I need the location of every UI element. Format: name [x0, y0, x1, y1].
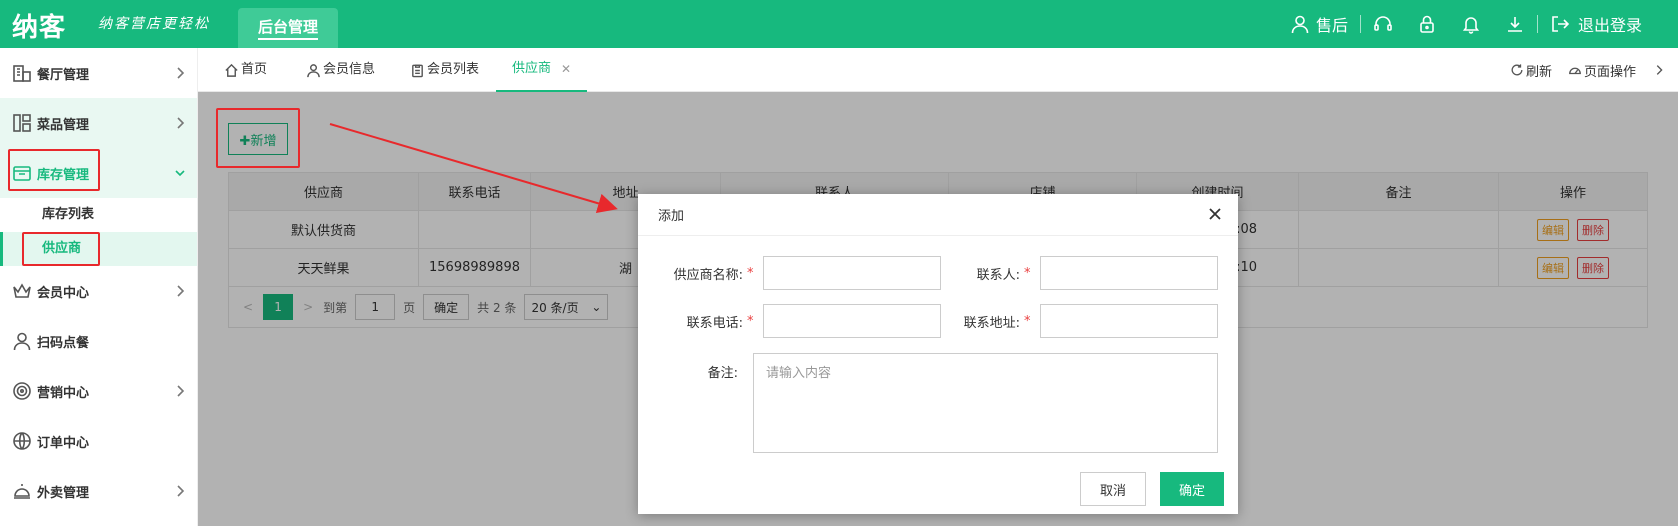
- lock-icon: [1420, 15, 1434, 33]
- tab-supplier[interactable]: 供应商 ✕: [496, 47, 588, 92]
- field-label: 联系人:: [976, 267, 1020, 283]
- field-address: 联系地址: *: [938, 304, 1218, 338]
- cloche-icon: [14, 484, 30, 499]
- annotation-box-inventory: [8, 149, 100, 191]
- support-button[interactable]: [1361, 14, 1405, 34]
- chevron-right-icon: [177, 117, 185, 129]
- globe-icon: [13, 432, 31, 450]
- user-label: 售后: [1315, 16, 1348, 35]
- tabs-scroll-right[interactable]: [1652, 63, 1668, 77]
- sidebar-item-label: 菜品管理: [37, 117, 90, 133]
- address-input[interactable]: [1040, 304, 1218, 338]
- chevron-right-icon: [177, 285, 185, 297]
- sidebar-item-orders[interactable]: 订单中心: [0, 416, 197, 466]
- sidebar-subitem-inventory-list[interactable]: 库存列表: [0, 198, 197, 232]
- download-icon: [1507, 17, 1522, 32]
- refresh-icon: [1511, 64, 1523, 76]
- field-label: 联系电话:: [686, 315, 743, 331]
- sidebar-item-dishes[interactable]: 菜品管理: [0, 98, 197, 148]
- bell-icon: [1462, 17, 1480, 34]
- tab-home[interactable]: 首页: [224, 48, 267, 92]
- close-tab-icon[interactable]: ✕: [561, 47, 571, 91]
- close-icon[interactable]: [1206, 205, 1224, 223]
- cancel-button[interactable]: 取消: [1080, 472, 1146, 506]
- notification-button[interactable]: [1449, 14, 1493, 34]
- chevron-down-icon: [175, 170, 185, 177]
- lock-button[interactable]: [1405, 14, 1449, 34]
- refresh-button[interactable]: 刷新: [1510, 61, 1552, 80]
- page-tabs: 首页 会员信息 会员列表 供应商 ✕ 刷新 页面操作: [198, 48, 1678, 92]
- download-button[interactable]: [1493, 14, 1537, 34]
- remark-textarea[interactable]: 请输入内容: [753, 353, 1218, 453]
- backend-management-tab[interactable]: 后台管理: [238, 8, 338, 48]
- tab-member-info[interactable]: 会员信息: [306, 48, 375, 92]
- sidebar-item-label: 订单中心: [37, 435, 90, 451]
- sidebar-item-label: 外卖管理: [37, 485, 90, 501]
- tab-tools: 刷新 页面操作: [1494, 48, 1668, 92]
- logout-icon: [1552, 16, 1570, 32]
- field-remark: 备注:: [658, 362, 738, 381]
- supplier-name-input[interactable]: [763, 256, 941, 290]
- user-icon: [307, 63, 320, 77]
- field-label: 联系地址:: [963, 315, 1020, 331]
- annotation-box-supplier: [22, 232, 100, 266]
- sidebar: 餐厅管理 菜品管理 库存管理 库存列表 供应商 会员中心 扫码点餐 营销中心 订…: [0, 48, 198, 526]
- sidebar-item-marketing[interactable]: 营销中心: [0, 366, 197, 416]
- dialog-title: 添加: [658, 209, 685, 224]
- confirm-button[interactable]: 确定: [1160, 472, 1224, 506]
- field-label: 供应商名称:: [673, 267, 743, 283]
- gauge-icon: [1569, 67, 1581, 75]
- brand-slogan: 纳客营店更轻松: [98, 16, 210, 32]
- sidebar-item-scan-order[interactable]: 扫码点餐: [0, 316, 197, 366]
- contact-input[interactable]: [1040, 256, 1218, 290]
- top-bar: 纳客 纳客营店更轻松 后台管理 售后 退出登录: [0, 0, 1678, 48]
- sidebar-item-takeout[interactable]: 外卖管理: [0, 466, 197, 516]
- field-supplier-name: 供应商名称: *: [658, 256, 941, 290]
- sidebar-item-label: 扫码点餐: [37, 335, 90, 351]
- annotation-box-add: [216, 108, 300, 168]
- brand-logo: 纳客: [12, 13, 67, 43]
- chevron-right-icon: [177, 67, 185, 79]
- sidebar-item-label: 营销中心: [37, 385, 90, 401]
- dialog-header: 添加: [638, 194, 1238, 236]
- phone-input[interactable]: [763, 304, 941, 338]
- add-supplier-dialog: 添加 供应商名称: * 联系人: * 联系电话: * 联系地址: * 备注: 请…: [638, 194, 1238, 514]
- user-icon: [1291, 15, 1309, 34]
- tab-member-list[interactable]: 会员列表: [410, 48, 479, 92]
- building-icon: [13, 65, 31, 82]
- sidebar-item-label: 会员中心: [37, 285, 90, 301]
- logout-label: 退出登录: [1577, 16, 1642, 35]
- chevron-right-icon: [1656, 65, 1663, 75]
- field-phone: 联系电话: *: [658, 304, 941, 338]
- target-icon: [13, 382, 31, 400]
- layout-icon: [13, 114, 31, 132]
- headset-icon: [1374, 16, 1392, 31]
- chevron-right-icon: [177, 485, 185, 497]
- person-icon: [13, 332, 31, 351]
- top-right-tools: 售后 退出登录: [1278, 0, 1678, 48]
- sidebar-item-restaurant[interactable]: 餐厅管理: [0, 48, 197, 98]
- page-operations-button[interactable]: 页面操作: [1568, 61, 1636, 80]
- field-label: 备注:: [707, 366, 738, 381]
- sidebar-item-label: 餐厅管理: [37, 67, 90, 83]
- user-menu[interactable]: 售后: [1278, 12, 1360, 36]
- clipboard-icon: [412, 64, 423, 77]
- required-mark: *: [1024, 313, 1031, 329]
- chevron-right-icon: [177, 385, 185, 397]
- required-mark: *: [747, 265, 754, 281]
- logout-button[interactable]: 退出登录: [1538, 12, 1678, 36]
- home-icon: [225, 63, 238, 77]
- required-mark: *: [747, 313, 754, 329]
- crown-icon: [13, 283, 31, 298]
- sidebar-item-members[interactable]: 会员中心: [0, 266, 197, 316]
- field-contact: 联系人: *: [958, 256, 1218, 290]
- required-mark: *: [1024, 265, 1031, 281]
